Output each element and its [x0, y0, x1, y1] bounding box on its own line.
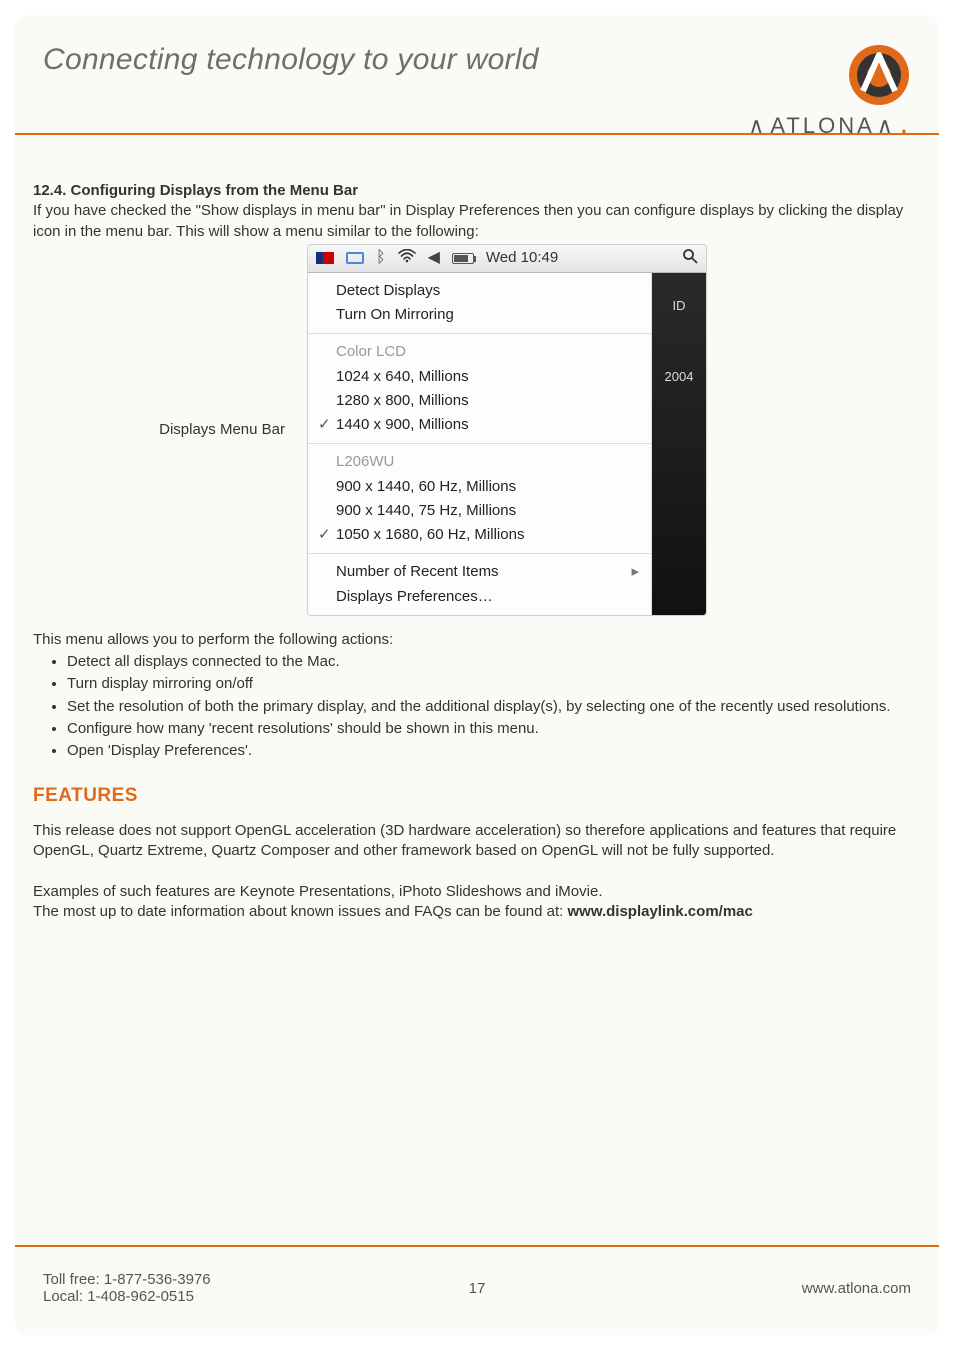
- features-p3-text: The most up to date information about kn…: [33, 903, 568, 920]
- submenu-arrow-icon: ▸: [631, 562, 639, 582]
- wordmark-caret-right: ∧: [877, 113, 897, 139]
- menu-body: Detect Displays Turn On Mirroring Color …: [308, 273, 706, 615]
- section-title: Configuring Displays from the Menu Bar: [71, 182, 359, 199]
- section-number: 12.4.: [33, 182, 66, 199]
- menu-number-recent-label: Number of Recent Items: [336, 563, 499, 580]
- menu-display2-res1[interactable]: 900 x 1440, 60 Hz, Millions: [336, 475, 639, 499]
- figure-row: Displays Menu Bar ᛒ ◀ Wed 10:49: [33, 244, 921, 616]
- wordmark-text: ATLONA: [770, 113, 874, 139]
- page-content: 12.4. Configuring Displays from the Menu…: [15, 135, 939, 922]
- footer-page-number: 17: [15, 1280, 939, 1297]
- wifi-icon: [398, 249, 416, 267]
- mac-menu-screenshot: ᛒ ◀ Wed 10:49 Detect Displays: [307, 244, 707, 616]
- right-label-year: 2004: [665, 368, 694, 386]
- bullet-recent: Configure how many 'recent resolutions' …: [67, 719, 921, 739]
- menu-display1-res3[interactable]: 1440 x 900, Millions: [336, 413, 639, 437]
- features-heading: FEATURES: [33, 783, 921, 809]
- page-footer: Toll free: 1-877-536-3976 Local: 1-408-9…: [15, 1245, 939, 1335]
- menu-group-actions: Detect Displays Turn On Mirroring: [308, 273, 651, 334]
- features-p3: The most up to date information about kn…: [33, 902, 921, 922]
- flag-icon: [316, 252, 334, 264]
- menu-detect-displays[interactable]: Detect Displays: [336, 279, 639, 303]
- wordmark-caret-left: ∧: [748, 113, 768, 139]
- mac-menubar: ᛒ ◀ Wed 10:49: [308, 245, 706, 273]
- menu-group-footer: Number of Recent Items ▸ Displays Prefer…: [308, 553, 651, 615]
- bullet-open-prefs: Open 'Display Preferences'.: [67, 741, 921, 761]
- menu-right-strip: ID 2004: [652, 273, 706, 615]
- section-heading-line: 12.4. Configuring Displays from the Menu…: [33, 181, 921, 201]
- actions-list: Detect all displays connected to the Mac…: [33, 652, 921, 761]
- menu-display1-name: Color LCD: [336, 340, 639, 364]
- menubar-clock: Wed 10:49: [486, 248, 558, 268]
- menu-display2-name: L206WU: [336, 450, 639, 474]
- page-header: Connecting technology to your world ∧ AT…: [15, 15, 939, 135]
- section-intro: If you have checked the "Show displays i…: [33, 201, 921, 242]
- menu-display1-res2[interactable]: 1280 x 800, Millions: [336, 389, 639, 413]
- features-link[interactable]: www.displaylink.com/mac: [568, 903, 753, 920]
- atlona-wordmark: ∧ ATLONA ∧ .: [748, 113, 911, 139]
- figure-caption: Displays Menu Bar: [33, 420, 291, 440]
- wordmark-dot: .: [901, 113, 911, 139]
- menu-panel: Detect Displays Turn On Mirroring Color …: [308, 273, 652, 615]
- spotlight-icon: [682, 248, 698, 268]
- atlona-logo-icon: [847, 43, 911, 107]
- header-tagline: Connecting technology to your world: [43, 43, 539, 77]
- battery-icon: [452, 253, 474, 264]
- menu-displays-prefs[interactable]: Displays Preferences…: [336, 585, 639, 609]
- brand-logo: ∧ ATLONA ∧ .: [748, 43, 911, 139]
- features-p1: This release does not support OpenGL acc…: [33, 821, 921, 862]
- menu-display2-res2[interactable]: 900 x 1440, 75 Hz, Millions: [336, 499, 639, 523]
- menu-display1-res1[interactable]: 1024 x 640, Millions: [336, 365, 639, 389]
- bullet-resolution: Set the resolution of both the primary d…: [67, 697, 921, 717]
- volume-icon: ◀: [428, 250, 440, 266]
- bullet-mirroring: Turn display mirroring on/off: [67, 674, 921, 694]
- displays-menubar-icon[interactable]: [346, 252, 364, 264]
- actions-lead: This menu allows you to perform the foll…: [33, 630, 921, 650]
- menu-group-display2: L206WU 900 x 1440, 60 Hz, Millions 900 x…: [308, 443, 651, 553]
- menu-group-display1: Color LCD 1024 x 640, Millions 1280 x 80…: [308, 333, 651, 443]
- menu-display2-res3[interactable]: 1050 x 1680, 60 Hz, Millions: [336, 523, 639, 547]
- bluetooth-icon: ᛒ: [376, 250, 386, 266]
- menu-turn-on-mirroring[interactable]: Turn On Mirroring: [336, 303, 639, 327]
- right-label-id: ID: [673, 297, 686, 315]
- page-card: Connecting technology to your world ∧ AT…: [15, 15, 939, 1335]
- menu-number-recent[interactable]: Number of Recent Items ▸: [336, 560, 639, 584]
- features-p2: Examples of such features are Keynote Pr…: [33, 882, 921, 902]
- bullet-detect: Detect all displays connected to the Mac…: [67, 652, 921, 672]
